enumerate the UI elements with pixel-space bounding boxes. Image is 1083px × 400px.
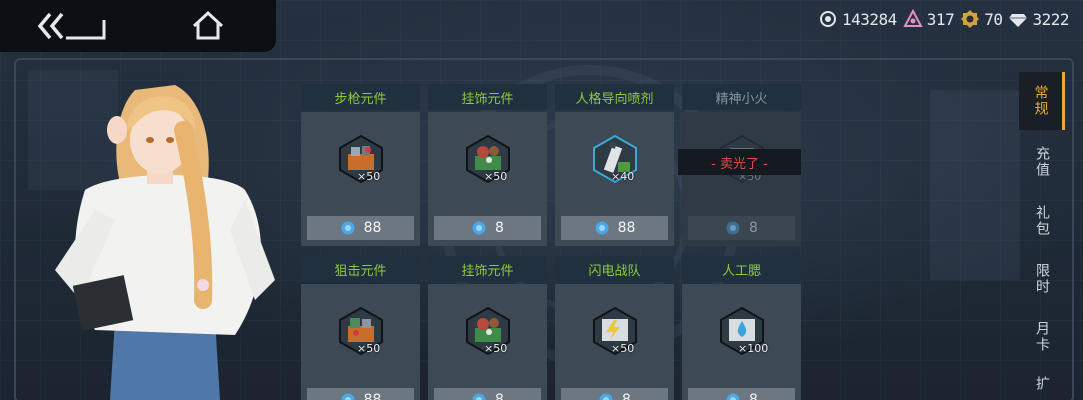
price-button[interactable]: 8 <box>688 388 795 400</box>
item-quantity: ×100 <box>738 342 769 355</box>
currency-orb: 143284 <box>818 9 897 29</box>
card-body: ×100 8 <box>682 284 801 400</box>
category-tab-rail: 常规 充值 礼包 限时 月卡 扩 <box>1019 72 1065 400</box>
tab-label: 扩 <box>1034 376 1050 392</box>
card-body: ×50 8 <box>555 284 674 400</box>
shop-card[interactable]: 狙击元件 ×50 88 <box>301 256 420 400</box>
tab-label: 月卡 <box>1034 321 1050 353</box>
price-value: 88 <box>363 220 382 236</box>
item-name: 狙击元件 <box>301 256 420 282</box>
tab-limited[interactable]: 限时 <box>1019 250 1065 308</box>
shop-card[interactable]: 人格导向喷剂 ×40 88 <box>555 84 674 246</box>
card-body: ×50 8 <box>428 112 547 246</box>
price-button[interactable]: 88 <box>307 216 414 240</box>
item-name: 精神小火 <box>682 84 801 110</box>
blue-gem-icon <box>726 393 740 400</box>
blue-gem-icon <box>595 221 609 235</box>
tab-label: 限时 <box>1034 263 1050 295</box>
item-quantity: ×40 <box>611 170 635 183</box>
tab-expand[interactable]: 扩 <box>1019 366 1065 400</box>
triangle-gem-icon <box>903 9 923 27</box>
item-name: 挂饰元件 <box>428 84 547 110</box>
blue-gem-icon <box>472 221 486 235</box>
card-body: ×40 88 <box>555 112 674 246</box>
shop-card[interactable]: 闪电战队 ×50 8 <box>555 256 674 400</box>
currency-triangle-value: 317 <box>926 9 955 29</box>
price-button[interactable]: 8 <box>434 216 541 240</box>
blue-gem-icon <box>726 221 740 235</box>
price-button[interactable]: 8 <box>434 388 541 400</box>
back-icon <box>37 12 106 40</box>
item-name: 步枪元件 <box>301 84 420 110</box>
currency-orb-value: 143284 <box>842 9 897 29</box>
price-value: 88 <box>363 392 382 400</box>
blue-gem-icon <box>341 393 355 400</box>
tab-label: 常规 <box>1032 85 1049 117</box>
price-value: 8 <box>749 392 758 400</box>
currency-bar: 143284 317 70 3222 <box>818 8 1069 30</box>
orb-currency-icon <box>820 11 836 27</box>
home-icon <box>192 10 224 40</box>
item-quantity: ×50 <box>611 342 635 355</box>
currency-triangle: 317 <box>903 9 955 29</box>
sold-out-banner: - 卖光了 - <box>678 149 801 175</box>
tab-label: 礼包 <box>1034 205 1050 237</box>
tab-regular[interactable]: 常规 <box>1019 72 1065 130</box>
shop-card[interactable]: 人工腮 ×100 8 <box>682 256 801 400</box>
price-value: 88 <box>617 220 636 236</box>
shop-card[interactable]: 挂饰元件 ×50 8 <box>428 84 547 246</box>
currency-diamond: 3222 <box>1008 9 1069 29</box>
blue-gem-icon <box>472 393 486 400</box>
price-value: 8 <box>495 220 504 236</box>
price-button[interactable]: 88 <box>307 388 414 400</box>
card-body: ×50 8 <box>682 112 801 246</box>
item-quantity: ×50 <box>484 342 508 355</box>
item-quantity: ×50 <box>357 170 381 183</box>
tab-label: 充值 <box>1034 146 1050 178</box>
item-name: 人格导向喷剂 <box>555 84 674 110</box>
price-button[interactable]: 88 <box>561 216 668 240</box>
currency-diamond-value: 3222 <box>1032 9 1069 29</box>
currency-gear-value: 70 <box>984 9 1003 29</box>
tab-monthly-card[interactable]: 月卡 <box>1019 308 1065 366</box>
item-name: 闪电战队 <box>555 256 674 282</box>
blue-gem-icon <box>599 393 613 400</box>
shop-card-sold-out[interactable]: 精神小火 ×50 8 - 卖光了 - <box>678 84 801 246</box>
currency-gear: 70 <box>960 9 1003 29</box>
item-name: 人工腮 <box>682 256 801 282</box>
card-body: ×50 88 <box>301 284 420 400</box>
price-value: 8 <box>495 392 504 400</box>
back-button[interactable] <box>36 10 110 42</box>
shop-card[interactable]: 步枪元件 ×50 88 <box>301 84 420 246</box>
top-nav <box>0 0 276 52</box>
price-button[interactable]: 8 <box>561 388 668 400</box>
price-value: 8 <box>622 392 631 400</box>
price-button[interactable]: 8 <box>688 216 795 240</box>
card-body: ×50 8 <box>428 284 547 400</box>
home-button[interactable] <box>188 10 228 42</box>
tab-recharge[interactable]: 充值 <box>1019 133 1065 191</box>
card-body: ×50 88 <box>301 112 420 246</box>
gold-gear-icon <box>961 10 980 28</box>
diamond-icon <box>1009 14 1028 27</box>
tab-packs[interactable]: 礼包 <box>1019 192 1065 250</box>
item-name: 挂饰元件 <box>428 256 547 282</box>
shop-card[interactable]: 挂饰元件 ×50 8 <box>428 256 547 400</box>
price-value: 8 <box>749 220 758 236</box>
character-portrait <box>55 85 275 400</box>
item-quantity: ×50 <box>357 342 381 355</box>
blue-gem-icon <box>341 221 355 235</box>
item-quantity: ×50 <box>484 170 508 183</box>
